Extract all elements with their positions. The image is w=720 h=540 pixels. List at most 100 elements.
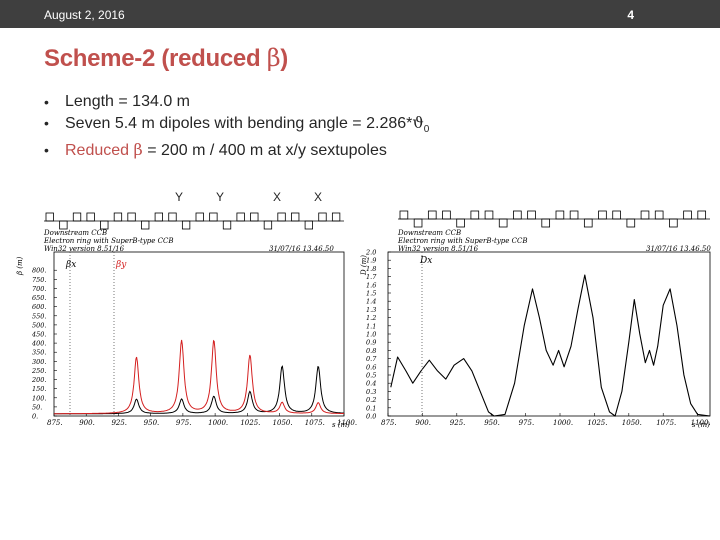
y-tick-label: 0.4 bbox=[366, 380, 376, 388]
bullet-reduced-value-text: = 200 m / 400 m at x/y sextupoles bbox=[142, 142, 387, 160]
right-xlabel: s (m) bbox=[692, 421, 710, 429]
lattice-magnet bbox=[470, 210, 480, 220]
bullet-length-text: Length = 134.0 m bbox=[65, 93, 190, 110]
beta-symbol: β bbox=[133, 140, 143, 160]
dispersion-plot: Downstream CCB Electron ring with SuperB… bbox=[360, 210, 711, 429]
y-tick-label: 500. bbox=[32, 321, 46, 329]
y-tick-label: 750. bbox=[32, 276, 46, 284]
title-text: Scheme-2 (reduced bbox=[44, 45, 267, 72]
y-tick-label: 650. bbox=[32, 294, 46, 302]
y-tick-label: 1.5 bbox=[366, 290, 376, 298]
y-tick-label: 0.3 bbox=[366, 388, 376, 396]
lattice-magnet bbox=[697, 210, 707, 220]
y-tick-label: 1.3 bbox=[366, 306, 376, 314]
x-tick-label: 1025. bbox=[240, 419, 260, 427]
y-tick-label: 450. bbox=[31, 331, 46, 339]
lattice-magnet bbox=[263, 220, 273, 230]
lattice-magnet bbox=[45, 212, 54, 222]
lattice-magnet bbox=[456, 218, 465, 228]
x-tick-label: 925. bbox=[111, 419, 127, 427]
series-beta-x-line bbox=[54, 365, 344, 415]
lattice-magnet bbox=[277, 212, 286, 222]
y-tick-label: 550. bbox=[32, 312, 46, 320]
lattice-magnet bbox=[127, 212, 136, 222]
x-tick-label: 1000. bbox=[208, 419, 228, 427]
y-tick-label: 350. bbox=[32, 349, 46, 357]
lattice-magnet bbox=[399, 210, 409, 220]
x-tick-label: 950. bbox=[144, 419, 160, 427]
y-tick-label: 200. bbox=[31, 376, 46, 384]
lattice-magnet bbox=[181, 220, 191, 230]
left-caption-2: Electron ring with SuperB-type CCB bbox=[43, 237, 173, 245]
y-tick-label: 0.6 bbox=[366, 363, 376, 371]
theta-symbol: ϑ bbox=[412, 112, 424, 132]
y-tick-label: 0. bbox=[32, 413, 38, 421]
x-tick-label: 1025. bbox=[587, 419, 607, 427]
lattice-magnet bbox=[513, 210, 522, 220]
y-tick-label: 800. bbox=[32, 267, 46, 275]
y-tick-label: 1.0 bbox=[366, 331, 376, 339]
bullet-reduced-text: Reduced bbox=[65, 142, 134, 160]
right-caption-2: Electron ring with SuperB-type CCB bbox=[397, 237, 527, 245]
lattice-magnet bbox=[86, 212, 95, 222]
y-tick-label: 1.2 bbox=[366, 314, 376, 322]
y-tick-label: 0.9 bbox=[366, 339, 376, 347]
lattice-magnet bbox=[331, 212, 341, 222]
y-tick-label: 0.1 bbox=[366, 404, 376, 412]
left-plot-axes: 875. 900. 925. 950. 975. 1000. 1025. 1050. 1075.… bbox=[31, 251, 357, 427]
lattice-magnet bbox=[640, 210, 650, 220]
theta-subscript: 0 bbox=[423, 123, 430, 135]
lattice-magnet bbox=[304, 220, 313, 230]
x-tick-label: 975. bbox=[519, 419, 535, 427]
lattice-magnet bbox=[168, 212, 177, 222]
y-tick-label: 1.4 bbox=[366, 298, 376, 306]
y-tick-label: 0.2 bbox=[366, 396, 376, 404]
marker-beta-y: βy bbox=[115, 260, 127, 270]
y-tick-label: 300. bbox=[32, 358, 46, 366]
x-tick-label: 1075. bbox=[656, 419, 676, 427]
y-tick-label: 50. bbox=[32, 403, 42, 411]
lattice-magnet bbox=[250, 212, 259, 222]
lattice-magnet bbox=[209, 212, 218, 222]
lattice-magnet bbox=[413, 218, 423, 228]
left-xlabel: s (m) bbox=[332, 421, 350, 429]
title-beta-symbol: β bbox=[266, 44, 281, 72]
slide-title: Scheme-2 (reduced β) bbox=[44, 44, 288, 73]
lattice-magnet bbox=[669, 218, 678, 228]
left-caption-1: Downstream CCB bbox=[43, 229, 107, 237]
lattice-magnet bbox=[484, 210, 494, 220]
plot-frame bbox=[387, 251, 711, 417]
y-tick-label: 1.7 bbox=[366, 273, 377, 281]
lattice-magnet bbox=[569, 210, 579, 220]
sextupole-label-y1: Y bbox=[175, 190, 184, 204]
slide-page-number: 4 bbox=[627, 8, 634, 22]
lattice-magnet bbox=[318, 212, 327, 222]
left-plot-lines bbox=[54, 252, 344, 416]
marker-beta-x: βx bbox=[65, 260, 76, 270]
x-tick-label: 1050. bbox=[622, 419, 642, 427]
lattice-magnet bbox=[598, 210, 607, 220]
lattice-magnet bbox=[141, 220, 150, 230]
y-tick-label: 2.0 bbox=[365, 249, 376, 257]
left-ylabel: β (m) bbox=[16, 256, 24, 276]
lattice-magnet bbox=[59, 220, 68, 230]
lattice-magnet bbox=[626, 218, 636, 228]
lattice-magnet bbox=[583, 218, 593, 228]
sextupole-label-y2: Y bbox=[216, 190, 225, 204]
slide-header-bar: August 2, 2016 4 bbox=[0, 0, 720, 28]
y-tick-label: 100. bbox=[32, 394, 46, 402]
y-tick-label: 1.9 bbox=[366, 257, 376, 265]
y-tick-label: 600. bbox=[32, 303, 46, 311]
y-tick-label: 250. bbox=[31, 367, 46, 375]
bullet-length: Length = 134.0 m bbox=[44, 92, 429, 113]
bullet-dipoles-text: Seven 5.4 m dipoles with bending angle =… bbox=[65, 114, 413, 132]
lattice-element-strip bbox=[398, 210, 710, 228]
y-tick-label: 700. bbox=[32, 285, 46, 293]
lattice-magnet bbox=[222, 220, 232, 230]
series-beta-y-line bbox=[54, 339, 344, 415]
lattice-magnet bbox=[291, 212, 300, 222]
x-tick-label: 975. bbox=[176, 419, 192, 427]
x-tick-label: 1000. bbox=[553, 419, 573, 427]
lattice-magnet bbox=[72, 212, 82, 222]
lattice-magnet bbox=[100, 220, 109, 230]
